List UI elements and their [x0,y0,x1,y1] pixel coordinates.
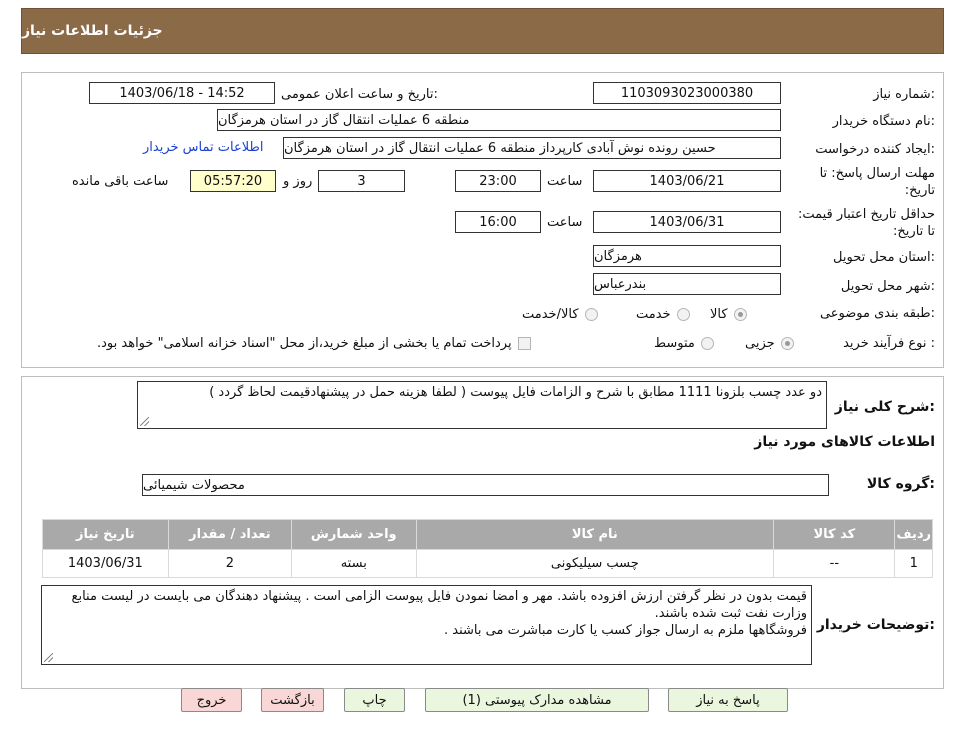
buyer-notes-label: توضیحات خریدار: [816,617,935,633]
deadline-date-field[interactable]: 1403/06/21 [593,170,781,192]
category-option-service-label: خدمت [636,307,671,322]
page-header: جزئیات اطلاعات نیاز [21,8,944,54]
validity-date-field[interactable]: 1403/06/31 [593,211,781,233]
remaining-time-field: 05:57:20 [190,170,276,192]
city-label: شهر محل تحویل: [840,279,935,294]
buyer-org-label: نام دستگاه خریدار: [832,114,935,129]
announce-datetime-label: تاریخ و ساعت اعلان عمومی: [281,87,438,102]
checkbox-icon[interactable] [517,337,531,350]
days-word: روز و [283,174,313,189]
summary-textarea[interactable]: دو عدد چسب بلزونا 1111 مطابق با شرح و ال… [137,381,827,429]
goods-group-label: گروه کالا: [866,476,935,492]
col-header-unit: واحد شمارش [291,519,417,550]
deadline-label-text: مهلت ارسال پاسخ: تا تاریخ: [819,166,935,198]
process-label: نوع فرآیند خرید : [843,336,935,351]
col-header-row-number: ردیف [894,519,933,550]
cell-unit: بسته [291,549,417,578]
print-button[interactable]: چاپ [344,688,405,712]
treasury-payment-note: پرداخت تمام یا بخشی از مبلغ خرید،از محل … [97,336,512,351]
col-header-need-date: تاریخ نیاز [42,519,169,550]
validity-time-word: ساعت [547,215,583,230]
respond-to-need-button[interactable]: پاسخ به نیاز [668,688,788,712]
announce-datetime-field[interactable]: 1403/06/18 - 14:52 [89,82,275,104]
treasury-payment-option[interactable]: پرداخت تمام یا بخشی از مبلغ خرید،از محل … [97,336,531,351]
validity-label-text: حداقل تاریخ اعتبار قیمت: تا تاریخ: [797,207,935,239]
buyer-org-field[interactable]: منطقه 6 عملیات انتقال گاز در استان هرمزگ… [217,109,781,131]
resize-grip-icon[interactable] [140,417,149,426]
back-button[interactable]: بازگشت [261,688,324,712]
process-option-medium-label: متوسط [654,336,695,351]
need-number-label: شماره نیاز: [873,87,935,102]
radio-icon[interactable] [676,308,690,321]
cell-goods-code: -- [773,549,896,578]
goods-group-field[interactable]: محصولات شیمیائی [142,474,829,496]
process-option-minor-label: جزیی [745,336,775,351]
table-row: 1 -- چسب سیلیکونی بسته 2 1403/06/31 [42,549,933,578]
province-field[interactable]: هرمزگان [593,245,781,267]
category-option-goods-label: کالا [710,307,728,322]
category-option-goods[interactable]: کالا [710,307,747,322]
view-attachments-button[interactable]: مشاهده مدارک پیوستی (1) [425,688,649,712]
radio-icon[interactable] [733,308,747,321]
remaining-time-word: ساعت باقی مانده [72,174,169,189]
cell-need-date: 1403/06/31 [42,549,169,578]
city-field[interactable]: بندرعباس [593,273,781,295]
summary-text: دو عدد چسب بلزونا 1111 مطابق با شرح و ال… [209,385,822,400]
cell-goods-name: چسب سیلیکونی [415,549,775,578]
col-header-goods-code: کد کالا [773,519,896,550]
col-header-quantity: تعداد / مقدار [167,519,293,550]
validity-time-field[interactable]: 16:00 [455,211,541,233]
deadline-time-field[interactable]: 23:00 [455,170,541,192]
radio-icon[interactable] [584,308,598,321]
radio-icon[interactable] [780,337,794,350]
creator-label: ایجاد کننده درخواست: [815,142,935,157]
process-option-minor[interactable]: جزیی [745,336,794,351]
need-number-field[interactable]: 1103093023000380 [593,82,781,104]
buyer-notes-line-1: قیمت بدون در نظر گرفتن ارزش افزوده باشد.… [71,589,807,621]
radio-icon[interactable] [700,337,714,350]
category-option-goods-service-label: کالا/خدمت [522,307,579,322]
deadline-label: مهلت ارسال پاسخ: تا تاریخ: [795,165,935,199]
table-header-row: ردیف کد کالا نام کالا واحد شمارش تعداد /… [42,519,933,550]
category-option-goods-service[interactable]: کالا/خدمت [522,307,598,322]
page-title: جزئیات اطلاعات نیاز [22,23,163,39]
cell-row-number: 1 [894,549,933,578]
creator-field[interactable]: حسین رونده نوش آبادی کارپرداز منطقه 6 عم… [283,137,781,159]
days-remaining-field[interactable]: 3 [318,170,405,192]
goods-info-title: اطلاعات کالاهای مورد نیاز [754,434,935,450]
buyer-notes-line-2: فروشگاهها ملزم به ارسال جواز کسب یا کارت… [444,623,807,638]
category-label: طبقه بندی موضوعی: [819,306,935,321]
category-option-service[interactable]: خدمت [636,307,690,322]
deadline-time-word: ساعت [547,174,583,189]
process-option-medium[interactable]: متوسط [654,336,714,351]
buyer-notes-textarea[interactable]: قیمت بدون در نظر گرفتن ارزش افزوده باشد.… [41,585,812,665]
province-label: استان محل تحویل: [833,250,935,265]
summary-label: شرح کلی نیاز: [834,399,935,415]
buyer-contact-link[interactable]: اطلاعات تماس خریدار [143,140,263,155]
goods-table: ردیف کد کالا نام کالا واحد شمارش تعداد /… [42,519,933,578]
validity-label: حداقل تاریخ اعتبار قیمت: تا تاریخ: [795,206,935,240]
col-header-goods-name: نام کالا [415,519,775,550]
cell-quantity: 2 [167,549,293,578]
resize-grip-icon[interactable] [44,653,53,662]
exit-button[interactable]: خروج [181,688,242,712]
